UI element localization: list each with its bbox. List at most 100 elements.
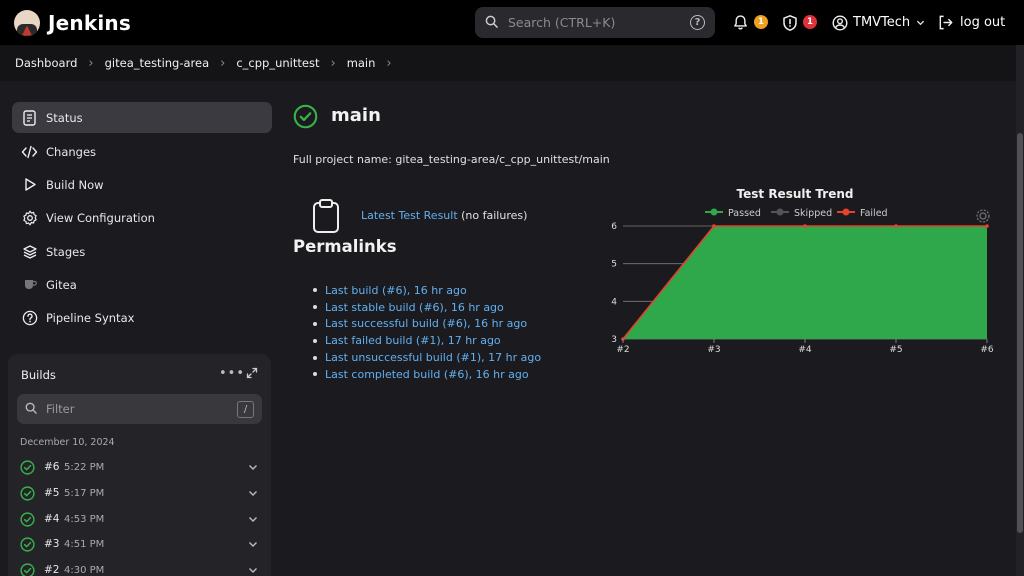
clipboard-icon bbox=[313, 199, 339, 233]
permalinks-list: Last build (#6), 16 hr ago Last stable b… bbox=[313, 282, 541, 383]
x-tick-label: #2 bbox=[616, 345, 629, 355]
sidebar-item-stages[interactable]: Stages bbox=[12, 236, 272, 267]
notifications-button[interactable] bbox=[732, 0, 749, 45]
help-icon bbox=[21, 309, 38, 326]
success-check-icon bbox=[20, 562, 35, 576]
legend-label: Skipped bbox=[794, 208, 832, 219]
x-tick-label: #6 bbox=[980, 345, 994, 355]
breadcrumb-folder[interactable]: gitea_testing-area bbox=[105, 56, 210, 70]
build-row[interactable]: #4 4:53 PM bbox=[20, 508, 258, 530]
user-name: TMVTech bbox=[853, 15, 911, 30]
breadcrumb-separator-icon: › bbox=[330, 55, 336, 71]
latest-test-result-link[interactable]: Latest Test Result bbox=[361, 209, 458, 222]
more-options-icon[interactable]: ••• bbox=[219, 366, 245, 381]
build-time: 4:30 PM bbox=[64, 564, 105, 576]
build-number[interactable]: #4 bbox=[44, 513, 64, 525]
permalink-last-stable-build[interactable]: Last stable build (#6), 16 hr ago bbox=[313, 299, 541, 316]
build-number[interactable]: #5 bbox=[44, 487, 64, 499]
scrollbar-thumb[interactable] bbox=[1017, 133, 1023, 533]
breadcrumb-separator-icon[interactable]: › bbox=[386, 56, 391, 71]
build-time: 5:17 PM bbox=[64, 487, 105, 499]
legend-item[interactable]: Passed bbox=[705, 208, 761, 219]
data-point bbox=[803, 224, 807, 228]
legend-item[interactable]: Failed bbox=[837, 208, 888, 219]
filter-input[interactable] bbox=[46, 402, 237, 416]
chart-settings-icon[interactable] bbox=[976, 209, 990, 223]
permalink-last-failed-build[interactable]: Last failed build (#1), 17 hr ago bbox=[313, 332, 541, 349]
legend-label: Passed bbox=[728, 208, 761, 219]
x-tick-label: #3 bbox=[707, 345, 720, 355]
breadcrumb-dashboard[interactable]: Dashboard bbox=[15, 56, 77, 70]
sidebar-item-status[interactable]: Status bbox=[12, 102, 272, 133]
data-point bbox=[894, 224, 898, 228]
sidebar-item-pipeline-syntax[interactable]: Pipeline Syntax bbox=[12, 302, 272, 333]
success-check-icon bbox=[20, 485, 35, 501]
jenkins-home-link[interactable]: Jenkins bbox=[14, 9, 131, 36]
sidebar-item-gitea[interactable]: Gitea bbox=[12, 269, 272, 300]
sidebar-item-changes[interactable]: Changes bbox=[12, 136, 272, 167]
builds-panel: Builds ••• / December 10, 2024 #6 5:22 P… bbox=[8, 354, 271, 576]
stages-icon bbox=[21, 243, 38, 260]
build-number[interactable]: #2 bbox=[44, 564, 64, 576]
security-badge: 1 bbox=[803, 15, 817, 29]
passed-series-area bbox=[623, 226, 987, 339]
build-row[interactable]: #6 5:22 PM bbox=[20, 456, 258, 478]
sidebar-item-label: Status bbox=[46, 110, 83, 125]
permalink-last-completed-build[interactable]: Last completed build (#6), 16 hr ago bbox=[313, 366, 541, 383]
permalink-last-build[interactable]: Last build (#6), 16 hr ago bbox=[313, 282, 541, 299]
success-check-icon bbox=[20, 536, 35, 552]
chevron-down-icon bbox=[917, 20, 925, 26]
gear-icon bbox=[21, 209, 38, 226]
bell-icon bbox=[734, 15, 747, 30]
page-scrollbar[interactable] bbox=[1016, 45, 1024, 576]
build-number[interactable]: #3 bbox=[44, 538, 64, 550]
sidebar-item-label: Build Now bbox=[46, 177, 104, 192]
top-bar: Jenkins ? 1 1 TMVTech log out bbox=[0, 0, 1024, 45]
success-check-icon bbox=[293, 104, 318, 129]
chevron-down-icon[interactable] bbox=[248, 488, 258, 498]
builds-filter[interactable]: / bbox=[17, 394, 262, 424]
breadcrumb-separator-icon: › bbox=[88, 55, 94, 71]
breadcrumb-branch[interactable]: main bbox=[347, 56, 376, 70]
legend-item[interactable]: Skipped bbox=[771, 208, 832, 219]
expand-icon[interactable] bbox=[246, 367, 258, 382]
permalink-last-unsuccessful-build[interactable]: Last unsuccessful build (#1), 17 hr ago bbox=[313, 349, 541, 366]
permalinks-heading: Permalinks bbox=[293, 237, 397, 256]
logout-link[interactable]: log out bbox=[937, 0, 1005, 45]
user-menu[interactable]: TMVTech bbox=[832, 0, 925, 45]
build-time: 4:53 PM bbox=[64, 513, 105, 525]
chevron-down-icon[interactable] bbox=[248, 565, 258, 575]
legend-marker bbox=[842, 208, 850, 216]
sidebar-item-label: Gitea bbox=[46, 277, 77, 292]
x-tick-label: #5 bbox=[889, 345, 902, 355]
build-row[interactable]: #2 4:30 PM bbox=[20, 559, 258, 576]
code-icon bbox=[21, 143, 38, 160]
y-tick-label: 3 bbox=[611, 335, 617, 345]
search-help-icon[interactable]: ? bbox=[690, 15, 705, 30]
security-button[interactable] bbox=[781, 0, 799, 45]
search-input[interactable] bbox=[508, 15, 690, 30]
search-icon bbox=[485, 15, 498, 31]
jenkins-logo bbox=[14, 9, 40, 36]
permalink-last-successful-build[interactable]: Last successful build (#6), 16 hr ago bbox=[313, 316, 541, 333]
breadcrumb-separator-icon: › bbox=[220, 55, 226, 71]
sidebar-item-view-configuration[interactable]: View Configuration bbox=[12, 202, 272, 233]
filter-shortcut-key: / bbox=[237, 400, 254, 418]
success-check-icon bbox=[20, 511, 35, 527]
search-box[interactable]: ? bbox=[475, 7, 715, 38]
chevron-down-icon[interactable] bbox=[248, 539, 258, 549]
chevron-down-icon[interactable] bbox=[248, 514, 258, 524]
chevron-down-icon[interactable] bbox=[248, 462, 258, 472]
full-project-name: Full project name: gitea_testing-area/c_… bbox=[293, 153, 610, 166]
builds-title: Builds bbox=[21, 368, 56, 382]
sidebar-item-build-now[interactable]: Build Now bbox=[12, 169, 272, 200]
play-icon bbox=[21, 176, 38, 193]
success-check-icon bbox=[20, 459, 35, 475]
legend-marker bbox=[776, 208, 784, 216]
shield-icon bbox=[783, 14, 797, 31]
breadcrumb-project[interactable]: c_cpp_unittest bbox=[236, 56, 319, 70]
build-number[interactable]: #6 bbox=[44, 461, 64, 473]
build-row[interactable]: #5 5:17 PM bbox=[20, 482, 258, 504]
data-point bbox=[712, 224, 716, 228]
build-row[interactable]: #3 4:51 PM bbox=[20, 533, 258, 555]
